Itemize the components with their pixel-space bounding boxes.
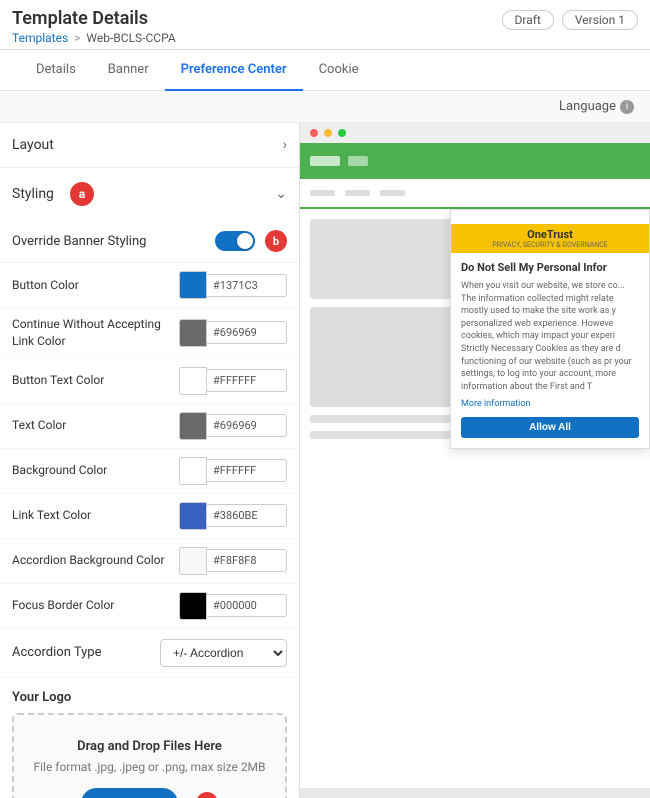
link-color-label: Continue Without Accepting Link Color (12, 316, 179, 350)
focus-border-color-row: Focus Border Color #000000 (0, 584, 299, 629)
onetrust-banner-text: When you visit our website, we store co.… (461, 280, 639, 393)
accordion-type-label: Accordion Type (12, 645, 160, 660)
onetrust-allow-button[interactable]: Allow All (461, 417, 639, 438)
link-color-row: Continue Without Accepting Link Color #6… (0, 308, 299, 359)
language-label: Language (559, 99, 616, 114)
layout-header[interactable]: Layout › (0, 123, 299, 167)
upload-button[interactable]: Upload (81, 788, 178, 798)
button-text-color-value[interactable]: #FFFFFF (207, 369, 287, 392)
styling-header[interactable]: Styling a ⌄ (0, 168, 299, 220)
text-color-swatch[interactable] (179, 412, 207, 440)
link-text-color-row: Link Text Color #3860BE (0, 494, 299, 539)
logo-dropzone[interactable]: Drag and Drop Files Here File format .jp… (12, 713, 287, 798)
dropzone-title: Drag and Drop Files Here (30, 739, 269, 754)
accordion-bg-color-row: Accordion Background Color #F8F8F8 (0, 539, 299, 584)
site-nav-bar (300, 179, 650, 209)
override-toggle[interactable] (215, 231, 255, 251)
language-bar: Language i (0, 91, 650, 123)
button-color-value[interactable]: #1371C3 (207, 274, 287, 297)
browser-dot-yellow (324, 129, 332, 137)
layout-section: Layout › (0, 123, 299, 168)
button-text-color-label: Button Text Color (12, 372, 179, 389)
site-header-bar (300, 143, 650, 179)
link-color-value[interactable]: #696969 (207, 321, 287, 344)
styling-label: Styling (12, 186, 54, 202)
accordion-bg-color-value[interactable]: #F8F8F8 (207, 549, 287, 572)
step-badge-c: c (196, 792, 218, 798)
link-text-color-swatch[interactable] (179, 502, 207, 530)
onetrust-more-link[interactable]: More information (461, 399, 639, 409)
background-color-row: Background Color #FFFFFF (0, 449, 299, 494)
tab-banner[interactable]: Banner (92, 50, 165, 91)
link-text-color-label: Link Text Color (12, 507, 179, 524)
button-text-color-row: Button Text Color #FFFFFF (0, 359, 299, 404)
breadcrumb-separator: > (74, 31, 80, 45)
step-badge-a: a (70, 182, 94, 206)
browser-chrome (300, 123, 650, 143)
tab-cookie[interactable]: Cookie (303, 50, 375, 91)
focus-border-color-value[interactable]: #000000 (207, 594, 287, 617)
text-color-value[interactable]: #696969 (207, 414, 287, 437)
accordion-type-select[interactable]: +/- Accordion Arrow Accordion None (160, 639, 287, 667)
dropzone-subtitle: File format .jpg, .jpeg or .png, max siz… (30, 760, 269, 774)
preview-panel: OneTrust PRIVACY, SECURITY & GOVERNANCE … (300, 123, 650, 798)
styling-chevron: ⌄ (275, 186, 287, 202)
override-label: Override Banner Styling (12, 234, 146, 249)
language-info-icon[interactable]: i (620, 100, 634, 114)
button-color-swatch[interactable] (179, 271, 207, 299)
breadcrumb-parent[interactable]: Templates (12, 31, 68, 45)
breadcrumb-current: Web-BCLS-CCPA (86, 31, 175, 45)
layout-label: Layout (12, 137, 54, 153)
accordion-bg-color-swatch[interactable] (179, 547, 207, 575)
link-color-swatch[interactable] (179, 319, 207, 347)
accordion-bg-color-label: Accordion Background Color (12, 552, 179, 569)
link-text-color-value[interactable]: #3860BE (207, 504, 287, 527)
button-color-label: Button Color (12, 277, 179, 294)
onetrust-banner: OneTrust PRIVACY, SECURITY & GOVERNANCE … (450, 209, 650, 449)
onetrust-logo-text: OneTrust (459, 228, 641, 241)
focus-border-color-swatch[interactable] (179, 592, 207, 620)
button-color-row: Button Color #1371C3 (0, 263, 299, 308)
layout-chevron: › (283, 137, 287, 153)
background-color-value[interactable]: #FFFFFF (207, 459, 287, 482)
tab-details[interactable]: Details (20, 50, 92, 91)
browser-dot-red (310, 129, 318, 137)
preview-container: OneTrust PRIVACY, SECURITY & GOVERNANCE … (300, 123, 650, 798)
draft-badge[interactable]: Draft (502, 10, 554, 30)
onetrust-logo-sub: PRIVACY, SECURITY & GOVERNANCE (459, 241, 641, 249)
browser-dot-green (338, 129, 346, 137)
styling-section: Styling a ⌄ Override Banner Styling b (0, 168, 299, 798)
background-color-swatch[interactable] (179, 457, 207, 485)
override-row: Override Banner Styling b (0, 220, 299, 263)
color-fields: Button Color #1371C3 Continue Without Ac… (0, 263, 299, 629)
button-text-color-swatch[interactable] (179, 367, 207, 395)
tab-bar: Details Banner Preference Center Cookie (0, 50, 650, 91)
accordion-type-row: Accordion Type +/- Accordion Arrow Accor… (0, 629, 299, 678)
tab-preference-center[interactable]: Preference Center (165, 50, 303, 91)
text-color-row: Text Color #696969 (0, 404, 299, 449)
logo-label: Your Logo (12, 690, 287, 705)
focus-border-color-label: Focus Border Color (12, 597, 179, 614)
onetrust-banner-title: Do Not Sell My Personal Infor (461, 261, 639, 274)
step-badge-b: b (265, 230, 287, 252)
version-badge[interactable]: Version 1 (562, 10, 638, 30)
left-panel: Layout › Styling a ⌄ Override Banner Sty… (0, 123, 300, 798)
onetrust-logo-area: OneTrust PRIVACY, SECURITY & GOVERNANCE (451, 224, 649, 253)
website-mockup: OneTrust PRIVACY, SECURITY & GOVERNANCE … (300, 143, 650, 788)
background-color-label: Background Color (12, 462, 179, 479)
text-color-label: Text Color (12, 417, 179, 434)
